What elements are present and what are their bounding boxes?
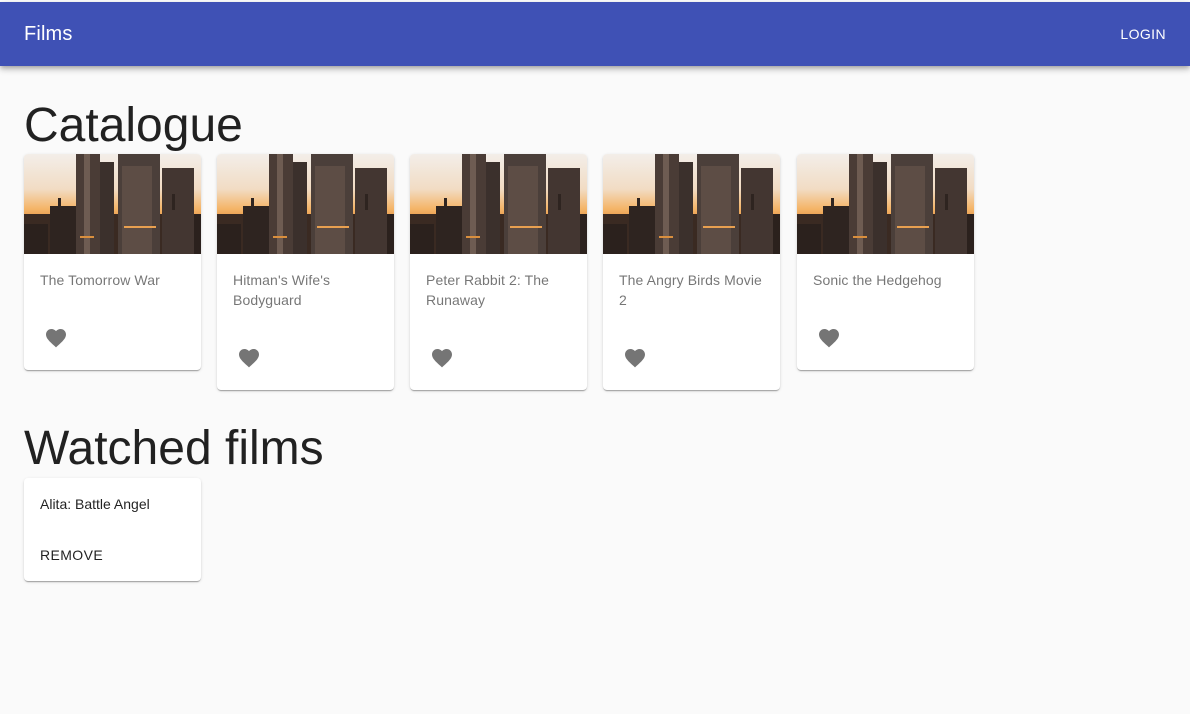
film-poster-image	[603, 154, 780, 254]
favorite-button[interactable]	[42, 324, 70, 352]
favorite-button[interactable]	[815, 324, 843, 352]
watched-film-title: Alita: Battle Angel	[40, 496, 150, 512]
film-card[interactable]: The Angry Birds Movie 2	[603, 154, 780, 390]
app-bar: Films LOGIN	[0, 2, 1190, 66]
login-button[interactable]: LOGIN	[1104, 16, 1182, 52]
favorite-button[interactable]	[621, 344, 649, 372]
film-title: Peter Rabbit 2: The Runaway	[426, 272, 550, 308]
watched-film-card: Alita: Battle Angel REMOVE	[24, 478, 201, 581]
remove-button[interactable]: REMOVE	[32, 539, 111, 571]
film-poster-image	[797, 154, 974, 254]
heart-icon	[432, 349, 452, 368]
film-poster-image	[217, 154, 394, 254]
film-card[interactable]: Hitman's Wife's Bodyguard	[217, 154, 394, 390]
heart-icon	[819, 329, 839, 348]
film-title: The Tomorrow War	[40, 272, 160, 288]
film-card[interactable]: Peter Rabbit 2: The Runaway	[410, 154, 587, 390]
favorite-button[interactable]	[428, 344, 456, 372]
heart-icon	[625, 349, 645, 368]
watched-films-heading: Watched films	[24, 422, 324, 475]
film-card[interactable]: Sonic the Hedgehog	[797, 154, 974, 370]
film-title: The Angry Birds Movie 2	[619, 272, 762, 308]
film-card[interactable]: The Tomorrow War	[24, 154, 201, 370]
film-poster-image	[24, 154, 201, 254]
heart-icon	[46, 329, 66, 348]
film-poster-image	[410, 154, 587, 254]
app-title: Films	[24, 23, 73, 45]
film-title: Hitman's Wife's Bodyguard	[233, 272, 331, 308]
heart-icon	[239, 349, 259, 368]
favorite-button[interactable]	[235, 344, 263, 372]
film-title: Sonic the Hedgehog	[813, 272, 942, 288]
catalogue-heading: Catalogue	[24, 99, 243, 152]
